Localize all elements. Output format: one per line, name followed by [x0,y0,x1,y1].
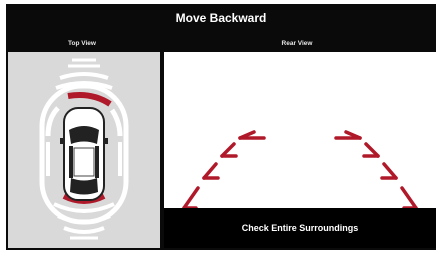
top-view-panel[interactable] [8,52,160,248]
front-warning-arc [67,92,112,107]
rear-warning-message: Check Entire Surroundings [164,208,436,248]
camera-screen: Move Backward Top View Rear View Check E… [0,0,442,253]
rear-view-panel[interactable]: Check Entire Surroundings [164,52,436,248]
car-top-icon [60,107,108,201]
left-guide-line [182,130,266,210]
front-sensor-arcs [55,58,113,90]
rear-view-label: Rear View [281,40,313,47]
parking-sensor-diagram [39,58,129,240]
view-labels: Top View Rear View [6,38,436,50]
page-title: Move Backward [175,11,267,25]
rear-sensor-arcs [53,202,115,240]
top-view-label: Top View [68,40,96,47]
display-frame: Move Backward Top View Rear View Check E… [6,4,436,250]
right-guide-line [334,130,418,210]
